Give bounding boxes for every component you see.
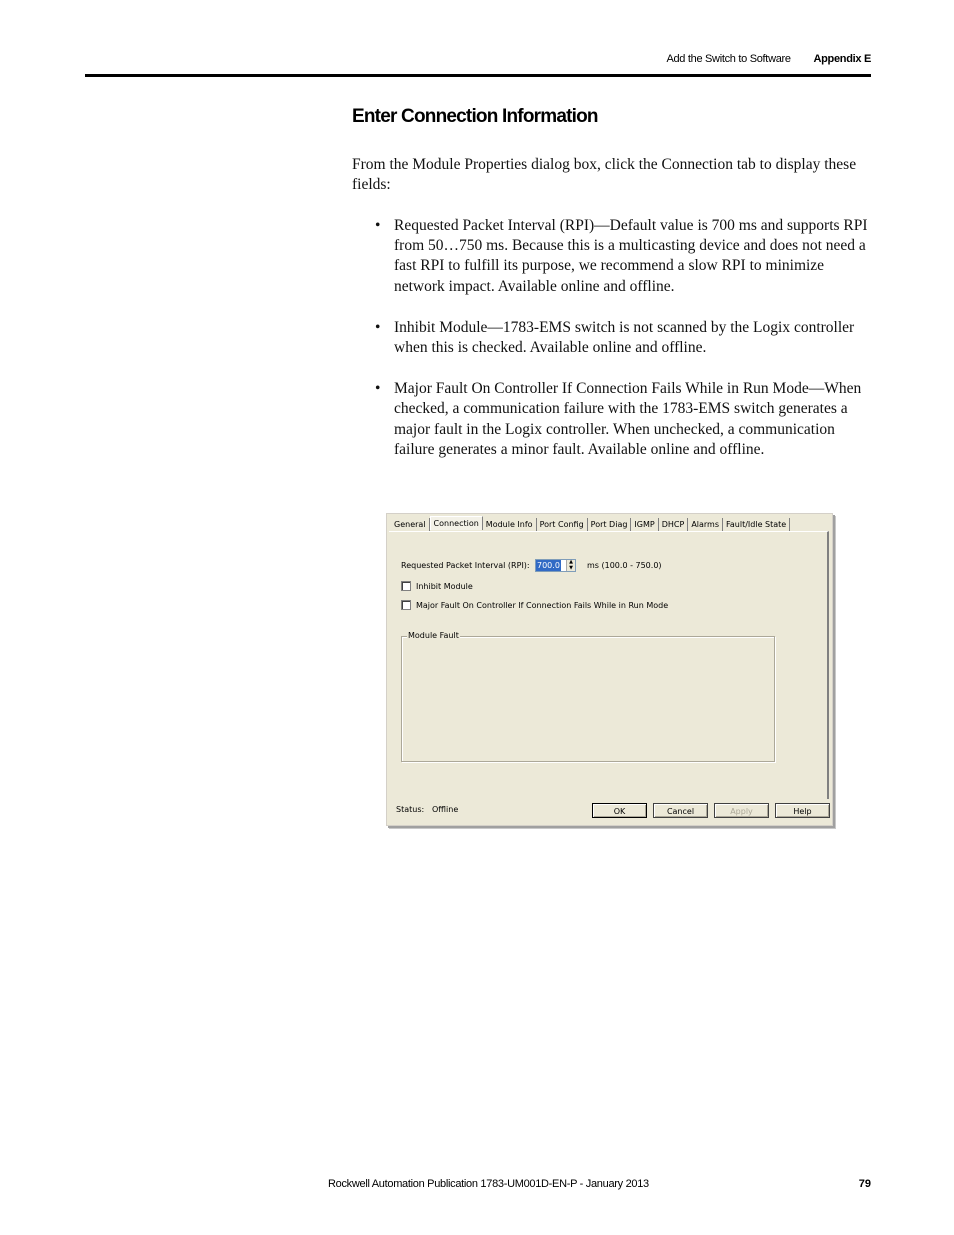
inhibit-module-checkbox[interactable] — [401, 581, 411, 591]
rpi-spin-buttons[interactable]: ▲ ▼ — [566, 560, 575, 571]
tab-fault-idle-state[interactable]: Fault/Idle State — [723, 518, 791, 532]
bullet-text: Requested Packet Interval (RPI)—Default … — [394, 217, 868, 295]
header-rule — [85, 74, 871, 77]
publication-footer: Rockwell Automation Publication 1783-UM0… — [328, 1178, 649, 1190]
cancel-button[interactable]: Cancel — [653, 803, 708, 818]
module-properties-dialog: General Connection Module Info Port Conf… — [386, 513, 833, 826]
section-title: Enter Connection Information — [352, 106, 599, 127]
bullet-item-inhibit: • Inhibit Module—1783-EMS switch is not … — [352, 318, 872, 358]
bullet-icon: • — [375, 217, 381, 234]
tab-connection[interactable]: Connection — [429, 516, 483, 530]
tab-dhcp[interactable]: DHCP — [659, 518, 689, 532]
major-fault-checkbox[interactable] — [401, 600, 411, 610]
tab-bar: General Connection Module Info Port Conf… — [391, 516, 791, 532]
tab-module-info[interactable]: Module Info — [483, 518, 537, 532]
module-fault-group: Module Fault — [401, 631, 775, 762]
module-fault-label: Module Fault — [407, 631, 460, 641]
major-fault-row[interactable]: Major Fault On Controller If Connection … — [401, 600, 668, 610]
ok-button[interactable]: OK — [592, 803, 647, 818]
tab-port-config[interactable]: Port Config — [537, 518, 588, 532]
tab-igmp[interactable]: IGMP — [631, 518, 659, 532]
bullet-item-major-fault: • Major Fault On Controller If Connectio… — [352, 379, 872, 460]
dialog-footer: Status: Offline OK Cancel Apply Help — [387, 799, 832, 825]
rpi-label: Requested Packet Interval (RPI): — [401, 561, 530, 570]
intro-paragraph: From the Module Properties dialog box, c… — [352, 156, 857, 194]
running-head: Add the Switch to Software Appendix E — [666, 53, 871, 65]
inhibit-module-label[interactable]: Inhibit Module — [416, 582, 473, 591]
status-value: Offline — [432, 805, 459, 814]
rpi-range: ms (100.0 - 750.0) — [587, 561, 662, 570]
apply-button[interactable]: Apply — [714, 803, 769, 818]
tab-alarms[interactable]: Alarms — [688, 518, 724, 532]
inhibit-module-row[interactable]: Inhibit Module — [401, 581, 473, 591]
tab-port-diag[interactable]: Port Diag — [588, 518, 632, 532]
rpi-input[interactable]: 700.0 — [536, 560, 561, 571]
tab-general[interactable]: General — [391, 518, 430, 532]
status-label: Status: — [396, 805, 425, 814]
running-head-appendix: Appendix E — [813, 53, 871, 65]
connection-tab-panel: Requested Packet Interval (RPI): 700.0 ▲… — [389, 531, 829, 799]
major-fault-label[interactable]: Major Fault On Controller If Connection … — [416, 601, 668, 610]
rpi-spinner[interactable]: 700.0 ▲ ▼ — [535, 559, 576, 572]
bullet-icon: • — [375, 318, 381, 336]
spin-down-icon[interactable]: ▼ — [567, 565, 575, 571]
bullet-text: Inhibit Module—1783-EMS switch is not sc… — [394, 318, 855, 357]
bullet-item-rpi: • Requested Packet Interval (RPI)—Defaul… — [352, 216, 872, 297]
running-head-section: Add the Switch to Software — [666, 53, 791, 65]
bullet-list: • Requested Packet Interval (RPI)—Defaul… — [352, 216, 872, 481]
rpi-row: Requested Packet Interval (RPI): 700.0 ▲… — [401, 559, 662, 572]
bullet-icon: • — [375, 380, 381, 398]
help-button[interactable]: Help — [775, 803, 830, 818]
bullet-text: Major Fault On Controller If Connection … — [394, 380, 862, 458]
page-number: 79 — [858, 1178, 871, 1190]
